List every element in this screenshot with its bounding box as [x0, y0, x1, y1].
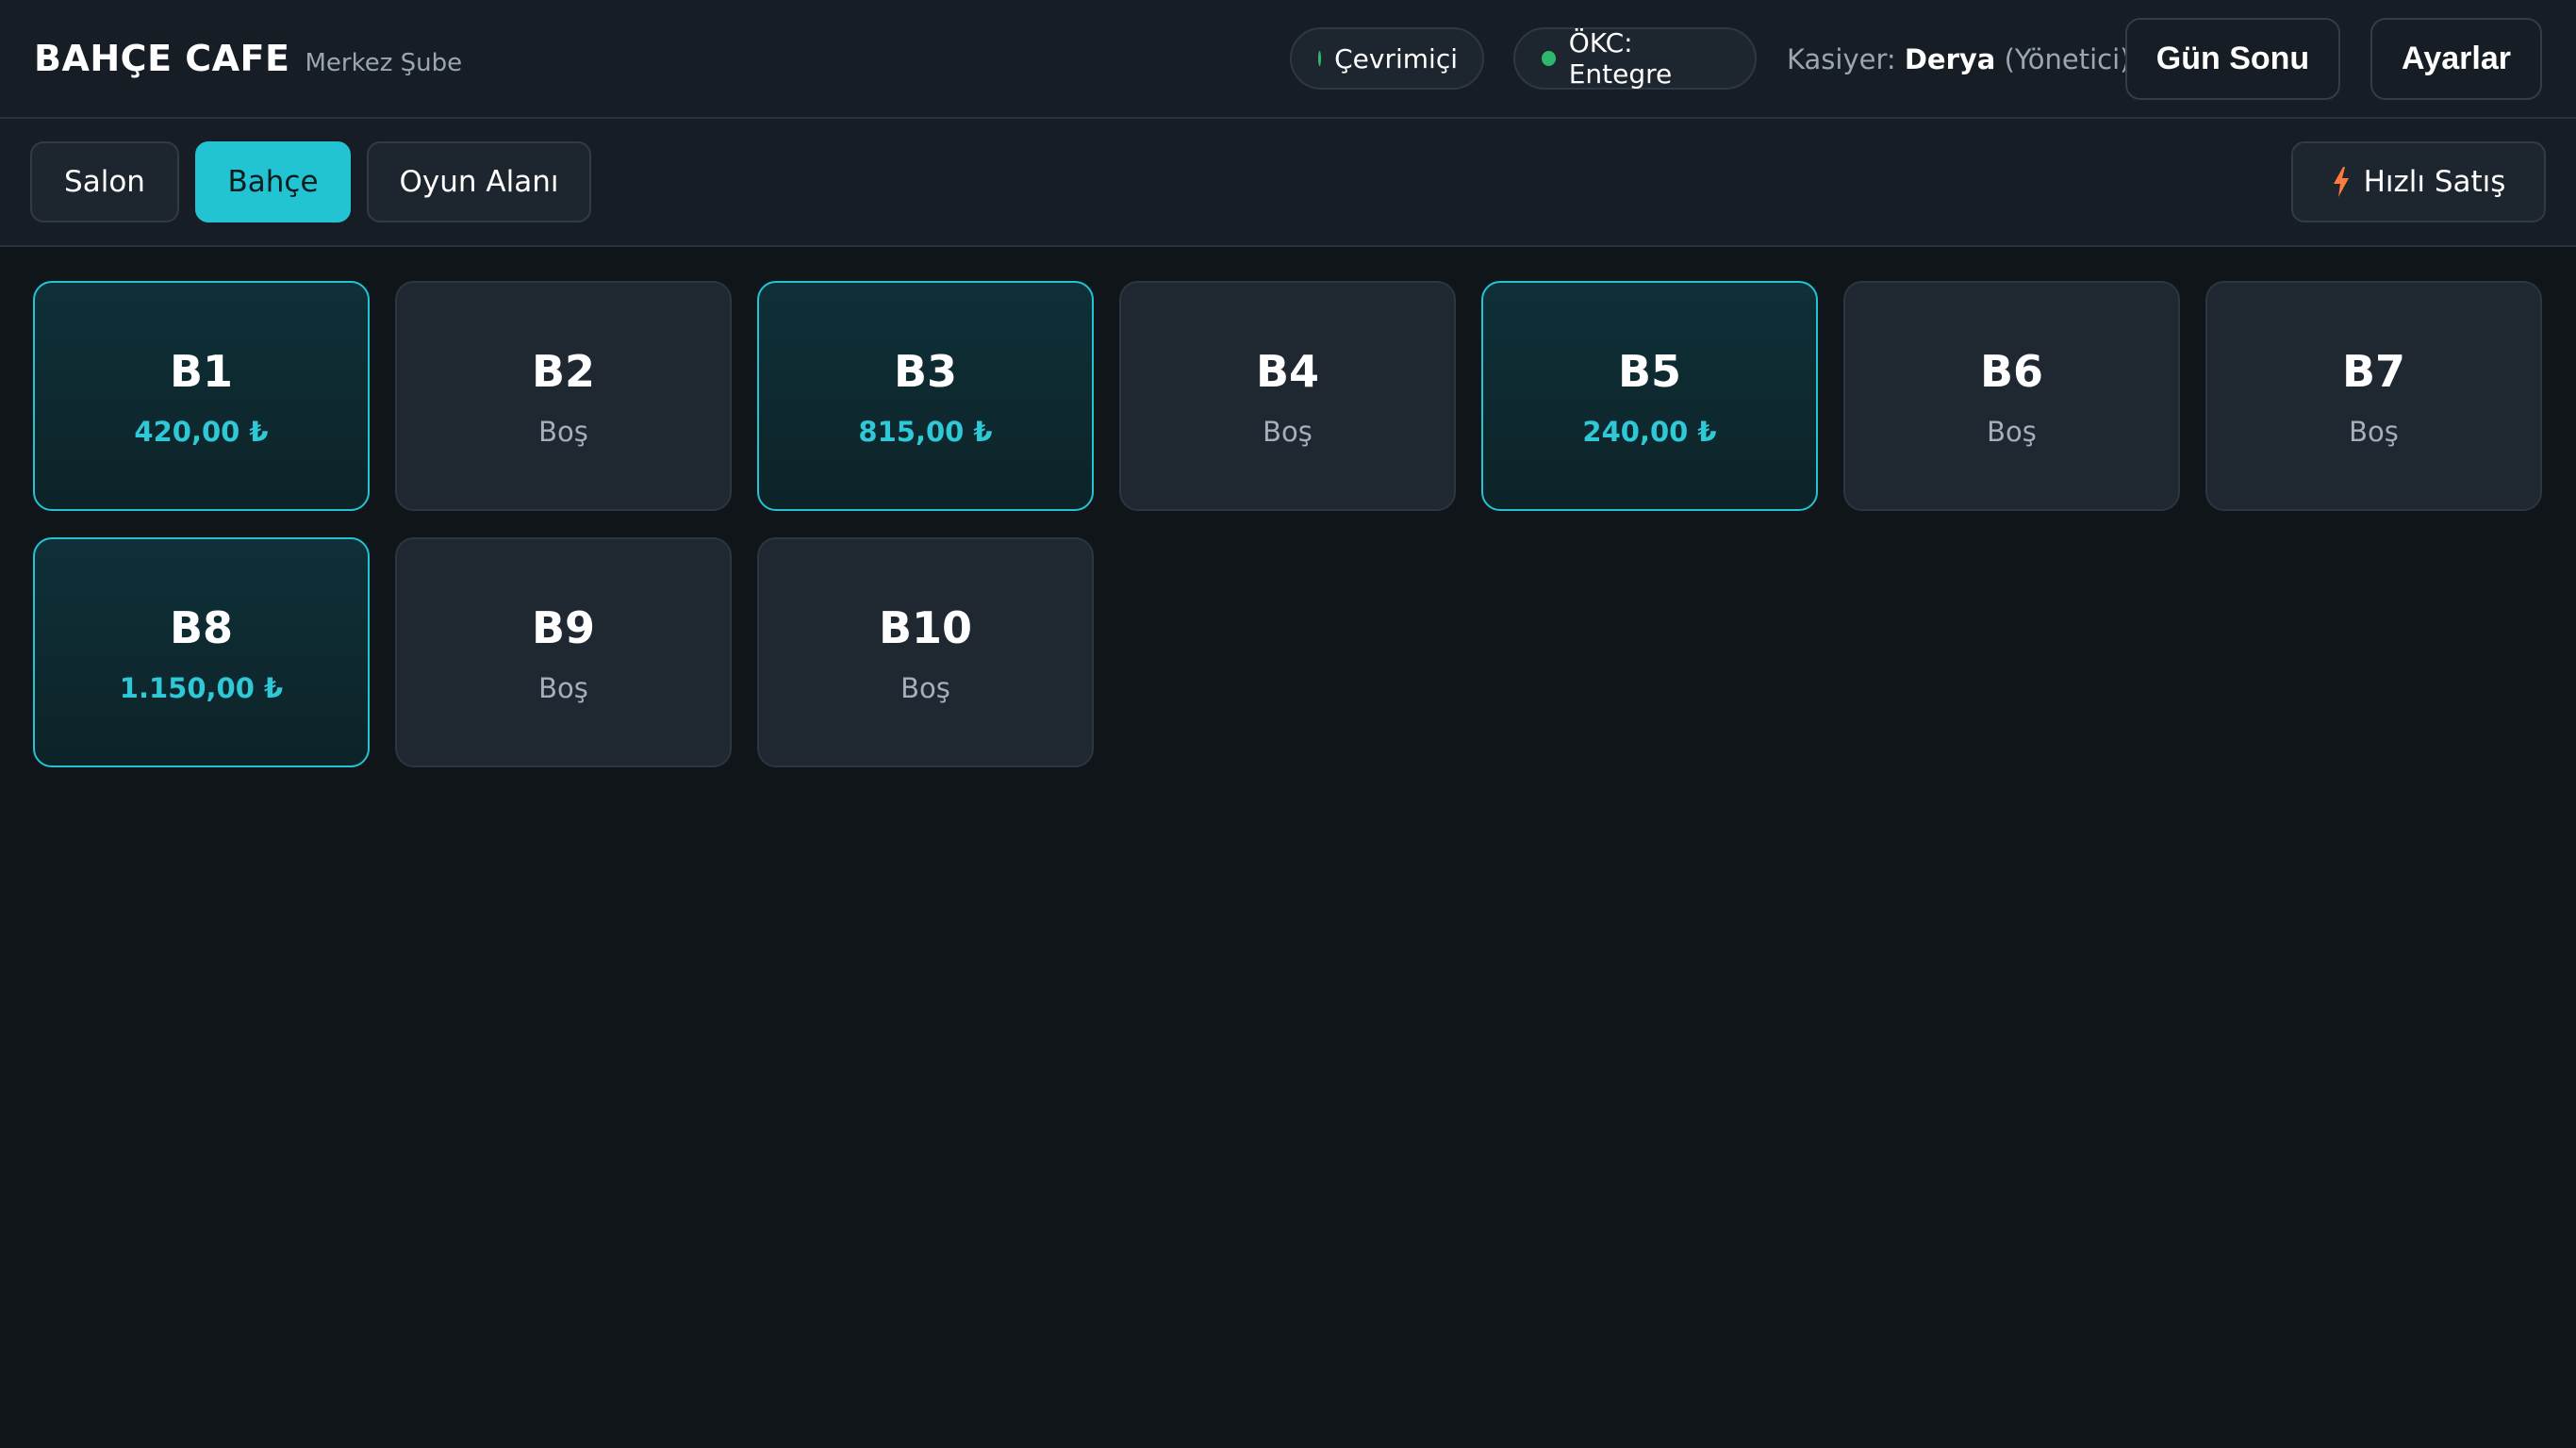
tab-oyun-alani[interactable]: Oyun Alanı [367, 141, 591, 222]
okc-status-label: ÖKC: Entegre [1568, 27, 1673, 90]
table-card-b4[interactable]: B4 Boş [1119, 281, 1456, 511]
online-status-label: Çevrimiçi [1334, 42, 1458, 74]
brand-name: BAHÇE CAFE [34, 38, 290, 79]
table-status: Boş [538, 672, 588, 704]
table-card-b8[interactable]: B8 1.150,00 ₺ [33, 537, 370, 767]
table-status: 815,00 ₺ [858, 416, 993, 448]
table-name: B8 [169, 602, 234, 653]
online-status-badge: Çevrimiçi [1290, 27, 1484, 90]
cashier-prefix: Kasiyer: [1787, 43, 1896, 75]
online-status-dot-icon [1318, 51, 1322, 66]
quick-sale-label: Hızlı Satış [2363, 165, 2506, 199]
table-name: B7 [2341, 346, 2406, 397]
table-name: B1 [169, 346, 234, 397]
area-tab-bar: Salon Bahçe Oyun Alanı Hızlı Satış [0, 119, 2576, 247]
okc-status-badge: ÖKC: Entegre [1513, 27, 1757, 90]
okc-status-dot-icon [1542, 51, 1556, 66]
table-status: Boş [2349, 416, 2399, 448]
table-card-b5[interactable]: B5 240,00 ₺ [1481, 281, 1818, 511]
table-card-b10[interactable]: B10 Boş [757, 537, 1094, 767]
lightning-icon [2333, 167, 2349, 197]
table-status: 1.150,00 ₺ [119, 672, 284, 704]
tab-salon[interactable]: Salon [30, 141, 179, 222]
cashier-role: (Yönetici) [2004, 43, 2131, 75]
table-status: Boş [1263, 416, 1313, 448]
tab-bahce[interactable]: Bahçe [195, 141, 351, 222]
branch-name: Merkez Şube [305, 49, 463, 77]
table-name: B4 [1255, 346, 1320, 397]
table-name: B9 [531, 602, 596, 653]
table-card-b2[interactable]: B2 Boş [395, 281, 732, 511]
settings-button[interactable]: Ayarlar [2370, 18, 2542, 100]
table-card-b7[interactable]: B7 Boş [2205, 281, 2542, 511]
day-end-button[interactable]: Gün Sonu [2125, 18, 2340, 100]
table-card-b6[interactable]: B6 Boş [1843, 281, 2180, 511]
table-card-b3[interactable]: B3 815,00 ₺ [757, 281, 1094, 511]
top-header: BAHÇE CAFE Merkez Şube Çevrimiçi ÖKC: En… [0, 0, 2576, 119]
table-status: 420,00 ₺ [134, 416, 269, 448]
quick-sale-button[interactable]: Hızlı Satış [2291, 141, 2546, 222]
brand: BAHÇE CAFE Merkez Şube [34, 38, 462, 79]
table-status: 240,00 ₺ [1582, 416, 1717, 448]
table-status: Boş [1987, 416, 2037, 448]
table-status: Boş [538, 416, 588, 448]
table-name: B2 [531, 346, 596, 397]
cashier-name: Derya [1904, 43, 1996, 75]
table-card-b1[interactable]: B1 420,00 ₺ [33, 281, 370, 511]
table-status: Boş [900, 672, 950, 704]
table-name: B5 [1617, 346, 1682, 397]
table-name: B10 [878, 602, 973, 653]
table-name: B6 [1979, 346, 2044, 397]
table-name: B3 [893, 346, 958, 397]
cashier-info: Kasiyer: Derya (Yönetici) [1787, 43, 2130, 75]
table-card-b9[interactable]: B9 Boş [395, 537, 732, 767]
